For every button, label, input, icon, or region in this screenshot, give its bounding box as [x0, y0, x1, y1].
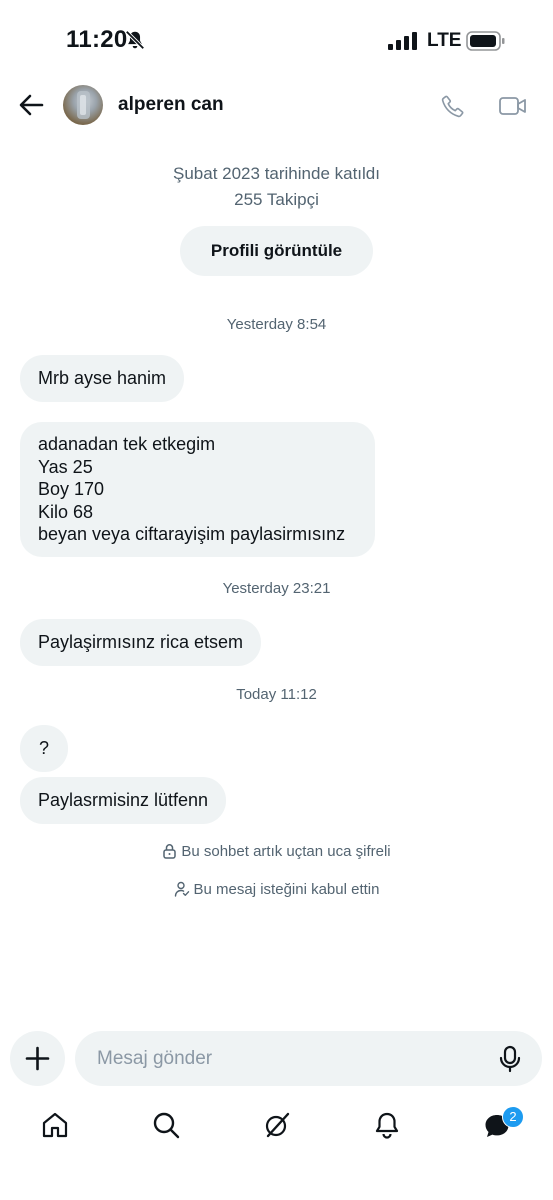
- messages-badge: 2: [502, 1106, 524, 1128]
- encryption-notice: Bu sohbet artık uçtan uca şifreli: [0, 843, 553, 860]
- joined-date: Şubat 2023 tarihinde katıldı: [173, 164, 380, 183]
- microphone-icon[interactable]: [497, 1045, 523, 1073]
- request-accepted-text: Bu mesaj isteğini kabul ettin: [193, 881, 380, 898]
- message-bubble[interactable]: Paylasrmisinz lütfenn: [20, 777, 227, 824]
- status-time: 11:20: [66, 26, 128, 53]
- battery-icon: [466, 31, 505, 51]
- follower-count: 255 Takipçi: [234, 190, 319, 209]
- message-bubble[interactable]: Mrb ayse hanim: [20, 355, 185, 402]
- message-timestamp: Today 11:12: [236, 686, 317, 703]
- avatar[interactable]: [63, 85, 103, 125]
- lock-icon: [163, 844, 177, 859]
- message-line: Boy 170: [38, 479, 105, 499]
- phone-icon[interactable]: [440, 93, 466, 119]
- message-input[interactable]: [75, 1031, 542, 1086]
- encryption-notice-text: Bu sohbet artık uçtan uca şifreli: [181, 843, 391, 860]
- message-line: Yas 25: [38, 456, 93, 477]
- message-line: adanadan tek etkegim: [38, 434, 216, 454]
- grok-icon[interactable]: [262, 1110, 292, 1140]
- message-line: Kilo 68: [38, 501, 94, 522]
- back-arrow-icon[interactable]: [16, 90, 46, 120]
- request-accepted-notice: Bu mesaj isteğini kabul ettin: [0, 881, 553, 898]
- user-check-icon: [174, 881, 189, 897]
- signal-icon: [388, 32, 417, 50]
- bell-off-icon: [125, 30, 145, 50]
- message-line: beyan veya ciftarayişim paylasirmısınz: [38, 524, 346, 544]
- contact-name[interactable]: alperen can: [118, 94, 224, 116]
- message-bubble[interactable]: Paylaşirmısınz rica etsem: [20, 619, 262, 666]
- video-camera-icon[interactable]: [498, 94, 528, 118]
- view-profile-button[interactable]: Profili görüntüle: [180, 226, 373, 276]
- network-label: LTE: [427, 30, 462, 51]
- home-icon[interactable]: [40, 1110, 70, 1140]
- message-bubble[interactable]: adanadan tek etkegim Yas 25 Boy 170 Kilo…: [20, 422, 375, 557]
- bell-icon[interactable]: [372, 1110, 402, 1140]
- search-icon[interactable]: [151, 1110, 181, 1140]
- message-bubble[interactable]: ?: [20, 725, 68, 772]
- plus-icon: [25, 1046, 50, 1071]
- add-media-button[interactable]: [10, 1031, 65, 1086]
- message-timestamp: Yesterday 23:21: [222, 580, 331, 597]
- message-timestamp: Yesterday 8:54: [226, 316, 327, 333]
